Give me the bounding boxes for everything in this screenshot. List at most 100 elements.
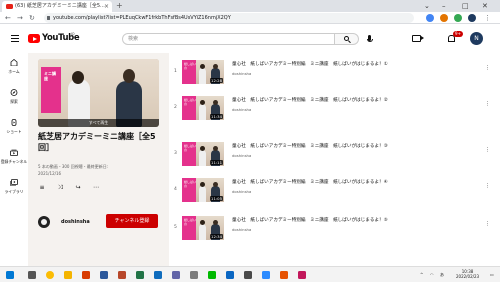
- more-options-icon[interactable]: ⋮: [485, 148, 490, 153]
- taskbar-clock[interactable]: 10:38 2022/02/23: [456, 269, 479, 279]
- share-icon[interactable]: ↪: [74, 184, 82, 192]
- video-channel[interactable]: doshinsha: [232, 227, 251, 232]
- video-channel[interactable]: doshinsha: [232, 71, 251, 76]
- rail-label: ショート: [6, 129, 22, 134]
- video-channel[interactable]: doshinsha: [232, 107, 251, 112]
- tab-close-icon[interactable]: ×: [104, 1, 109, 12]
- video-title[interactable]: 童心社 紙しばいアカデミー特別編 ミニ講座 紙しばいがはじまるよ！①: [232, 61, 388, 67]
- video-duration: 11:34: [210, 114, 223, 119]
- video-title[interactable]: 童心社 紙しばいアカデミー特別編 ミニ講座 紙しばいがはじまるよ！②: [232, 97, 388, 103]
- word-icon[interactable]: [100, 271, 108, 279]
- ime-indicator[interactable]: あ: [440, 272, 444, 278]
- minimize-button[interactable]: –: [442, 0, 446, 12]
- browser-menu-icon[interactable]: ⋮: [484, 12, 491, 24]
- more-options-icon[interactable]: ⋮: [485, 102, 490, 107]
- video-channel[interactable]: doshinsha: [232, 189, 251, 194]
- rail-item-explore[interactable]: 探索: [0, 86, 28, 114]
- more-options-icon[interactable]: ⋯: [92, 184, 100, 192]
- network-icon[interactable]: ◠: [430, 272, 434, 277]
- playlist-video-row[interactable]: 5 紙しばいの 12:34 童心社 紙しばいアカデミー特別編 ミニ講座 紙しばいがはじ…: [171, 213, 496, 243]
- tab-search-icon[interactable]: ⌄: [424, 0, 430, 12]
- playlist-video-row[interactable]: 1 紙しばいの 12:28 童心社 紙しばいアカデミー特別編 ミニ講座 紙しばいがはじ…: [171, 57, 496, 87]
- subscriptions-icon: [10, 149, 18, 156]
- app-icon[interactable]: [244, 271, 252, 279]
- playlist-video-row[interactable]: 3 紙しばいの 11:11 童心社 紙しばいアカデミー特別編 ミニ講座 紙しばいがはじ…: [171, 139, 496, 169]
- outlook-icon[interactable]: [154, 271, 162, 279]
- app-icon[interactable]: [226, 271, 234, 279]
- rail-item-subscriptions[interactable]: 登録チャンネル: [0, 146, 28, 174]
- app-icon[interactable]: [298, 271, 306, 279]
- video-title[interactable]: 童心社 紙しばいアカデミー特別編 ミニ講座 紙しばいがはじまるよ！④: [232, 179, 388, 185]
- video-thumbnail[interactable]: 紙しばいの 11:05: [182, 178, 224, 202]
- subscribe-button[interactable]: チャンネル登録: [106, 214, 158, 228]
- video-index: 2: [174, 105, 177, 110]
- playlist-video-row[interactable]: 4 紙しばいの 11:05 童心社 紙しばいアカデミー特別編 ミニ講座 紙しばいがはじ…: [171, 175, 496, 205]
- create-video-icon[interactable]: [412, 35, 421, 42]
- extension-icon[interactable]: [440, 14, 448, 22]
- office-icon[interactable]: [82, 271, 90, 279]
- thumbnail-banner-text: ミニ講座: [44, 71, 56, 81]
- browser-tab[interactable]: (63) 紙芝居アカデミーミニ講座［全5... ×: [2, 1, 112, 12]
- avatar[interactable]: N: [470, 32, 483, 45]
- tray-chevron-icon[interactable]: ^: [420, 272, 423, 277]
- close-window-button[interactable]: ✕: [482, 0, 488, 12]
- more-options-icon[interactable]: ⋮: [485, 222, 490, 227]
- shorts-icon: [11, 119, 17, 126]
- hamburger-menu-icon[interactable]: [11, 35, 19, 42]
- thumbnail-banner-text: 紙しばいの: [184, 62, 197, 70]
- more-options-icon[interactable]: ⋮: [485, 184, 490, 189]
- line-icon[interactable]: [208, 271, 216, 279]
- profile-icon[interactable]: [468, 14, 476, 22]
- video-thumbnail[interactable]: 紙しばいの 12:34: [182, 216, 224, 240]
- channel-name[interactable]: doshinsha: [61, 219, 90, 225]
- teams-icon[interactable]: [172, 271, 180, 279]
- playlist-video-row[interactable]: 2 紙しばいの 11:34 童心社 紙しばいアカデミー特別編 ミニ講座 紙しばいがはじ…: [171, 93, 496, 123]
- lock-icon: [47, 16, 50, 20]
- video-thumbnail[interactable]: 紙しばいの 11:34: [182, 96, 224, 120]
- logo-region: JP: [71, 32, 75, 37]
- rail-item-shorts[interactable]: ショート: [0, 116, 28, 144]
- video-title[interactable]: 童心社 紙しばいアカデミー特別編 ミニ講座 紙しばいがはじまるよ！③: [232, 143, 388, 149]
- windows-start-icon[interactable]: [6, 271, 14, 279]
- reload-button[interactable]: ↻: [29, 12, 35, 24]
- back-button[interactable]: ←: [5, 12, 11, 24]
- playlist-thumbnail[interactable]: ミニ講座 すべて再生: [38, 59, 159, 127]
- video-thumbnail[interactable]: 紙しばいの 12:28: [182, 60, 224, 84]
- presenter-head: [200, 182, 205, 187]
- chrome-icon[interactable]: [46, 271, 54, 279]
- presenter-head: [123, 69, 135, 83]
- add-to-queue-icon[interactable]: ≡: [38, 184, 46, 192]
- app-icon[interactable]: [190, 271, 198, 279]
- shuffle-icon[interactable]: ⤨: [56, 184, 64, 192]
- excel-icon[interactable]: [136, 271, 144, 279]
- presenter-head: [213, 100, 218, 105]
- presenter-head: [213, 182, 218, 187]
- rail-item-home[interactable]: ホーム: [0, 56, 28, 84]
- presenter-figure: [199, 186, 206, 202]
- playlist-title: 紙芝居アカデミーミニ講座［全5回］: [38, 132, 156, 152]
- search-icon[interactable]: [28, 271, 36, 279]
- more-options-icon[interactable]: ⋮: [485, 66, 490, 71]
- rail-label: ライブラリ: [4, 189, 24, 194]
- forward-button[interactable]: →: [17, 12, 23, 24]
- playlist-date: 2021/12/16: [38, 171, 62, 176]
- play-all-overlay[interactable]: すべて再生: [38, 119, 159, 127]
- file-explorer-icon[interactable]: [64, 271, 72, 279]
- extension-icon[interactable]: [426, 14, 434, 22]
- powerpoint-icon[interactable]: [118, 271, 126, 279]
- rail-item-library[interactable]: ライブラリ: [0, 176, 28, 204]
- zoom-icon[interactable]: [262, 271, 270, 279]
- app-icon[interactable]: [280, 271, 288, 279]
- video-title[interactable]: 童心社 紙しばいアカデミー特別編 ミニ講座 紙しばいがはじまるよ！⑤: [232, 217, 388, 223]
- library-icon: [10, 179, 18, 186]
- new-tab-button[interactable]: +: [116, 0, 123, 12]
- video-channel[interactable]: doshinsha: [232, 153, 251, 158]
- thumbnail-banner-text: 紙しばいの: [184, 98, 197, 106]
- youtube-header: YouTube JP 検索 9+ N: [0, 25, 500, 53]
- maximize-button[interactable]: □: [462, 0, 469, 12]
- address-bar[interactable]: youtube.com/playlist?list=PLEuqCkwF1frkb…: [44, 13, 414, 23]
- extension-icon[interactable]: [454, 14, 462, 22]
- search-input[interactable]: 検索: [122, 33, 335, 45]
- notification-center-icon[interactable]: ▭: [490, 272, 494, 277]
- video-thumbnail[interactable]: 紙しばいの 11:11: [182, 142, 224, 166]
